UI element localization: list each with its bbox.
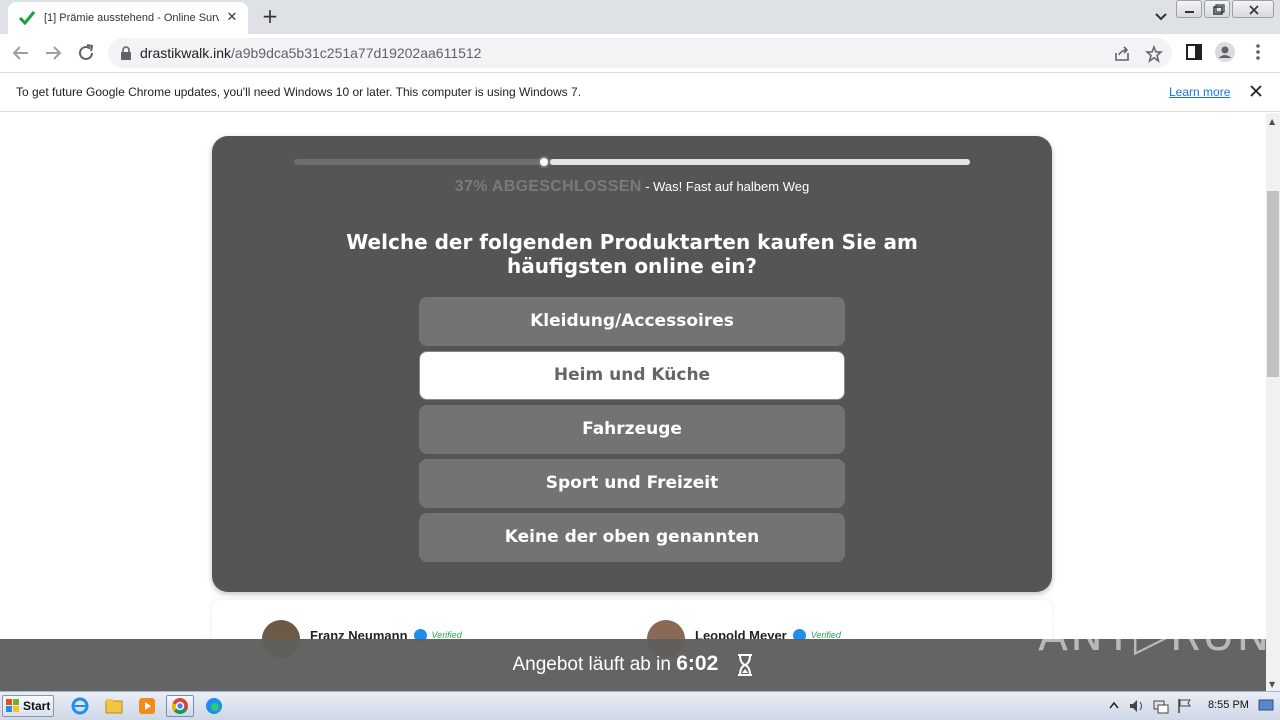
tab-search-icon[interactable] [1152,9,1170,25]
survey-card: 37% ABGESCHLOSSEN - Was! Fast auf halbem… [212,136,1052,592]
restore-button[interactable] [1204,0,1230,18]
update-infobar: To get future Google Chrome updates, you… [0,72,1280,112]
learn-more-link[interactable]: Learn more [1169,85,1230,99]
network-icon[interactable] [1152,696,1170,716]
answer-option[interactable]: Keine der oben genannten [419,513,845,562]
url-domain: drastikwalk.ink [140,45,232,61]
profile-icon[interactable] [1215,42,1235,62]
progress-bar [294,156,970,168]
windows-logo-icon [6,699,19,712]
anyrun-watermark: ANY▷RUN [1038,610,1272,661]
window-controls [1174,0,1274,18]
side-panel-icon[interactable] [1184,42,1204,62]
check-icon [18,11,36,26]
bookmark-star-icon[interactable] [1145,45,1163,63]
action-center-flag-icon[interactable] [1176,696,1194,716]
offer-label: Angebot läuft ab in [512,654,677,675]
taskbar-chrome-icon[interactable] [166,695,194,717]
answer-option[interactable]: Kleidung/Accessoires [419,297,845,346]
progress-remaining [550,159,970,165]
progress-percent: 37% ABGESCHLOSSEN [454,178,642,195]
survey-question: Welche der folgenden Produktarten kaufen… [346,230,918,278]
close-infobar-icon[interactable] [1248,83,1264,99]
browser-toolbar: drastikwalk.ink/a9b9dca5b31c251a77d19202… [0,34,1280,72]
lock-icon[interactable] [120,46,132,60]
browser-tab[interactable]: [1] Prämie ausstehend - Online Survey ✕ [8,2,248,34]
tab-strip: [1] Prämie ausstehend - Online Survey ✕ … [0,0,1280,34]
progress-label: 37% ABGESCHLOSSEN - Was! Fast auf halbem… [212,178,1052,196]
start-label: Start [23,699,51,713]
tab-close-icon[interactable]: ✕ [224,10,240,26]
start-button[interactable]: Start [2,695,54,717]
taskbar-explorer-icon[interactable] [100,695,128,717]
minimize-icon [1185,11,1194,13]
scroll-up-icon[interactable]: ▲ [1269,117,1275,126]
close-window-button[interactable] [1232,0,1274,18]
tray-expand-icon[interactable] [1108,696,1120,716]
windows-taskbar: Start 8:55 PM [0,691,1280,720]
address-bar[interactable]: drastikwalk.ink/a9b9dca5b31c251a77d19202… [108,38,1172,68]
progress-subtext: - Was! Fast auf halbem Weg [641,179,810,194]
share-icon[interactable] [1113,45,1131,63]
show-desktop-icon[interactable] [1258,696,1274,716]
taskbar-edge-icon[interactable] [200,695,228,717]
url-path: /a9b9dca5b31c251a77d19202aa611512 [231,45,482,61]
countdown-time: 6:02 [676,652,719,675]
menu-dots-icon[interactable] [1248,42,1268,62]
scroll-down-icon[interactable]: ▼ [1269,680,1275,689]
page-content: 37% ABGESCHLOSSEN - Was! Fast auf halbem… [0,113,1266,691]
scrollbar-thumb[interactable] [1267,191,1279,377]
back-icon[interactable] [10,42,32,64]
answer-option[interactable]: Sport und Freizeit [419,459,845,508]
taskbar-ie-icon[interactable] [66,695,94,717]
answer-option[interactable]: Fahrzeuge [419,405,845,454]
reload-icon[interactable] [75,42,97,64]
forward-icon[interactable] [42,42,64,64]
close-icon [1249,5,1259,15]
page-scrollbar[interactable]: ▲ ▼ [1266,113,1280,691]
url-text[interactable]: drastikwalk.ink/a9b9dca5b31c251a77d19202… [140,45,481,61]
volume-icon[interactable] [1128,696,1146,716]
hourglass-icon [737,653,752,676]
tab-title: [1] Prämie ausstehend - Online Survey [44,12,219,24]
answer-option-selected[interactable]: Heim und Küche [419,351,845,400]
new-tab-button[interactable]: + [258,6,282,28]
minimize-button[interactable] [1176,0,1202,18]
infobar-message: To get future Google Chrome updates, you… [16,85,582,99]
restore-icon [1213,4,1225,15]
taskbar-clock: 8:55 PM [1208,699,1249,711]
progress-knob [538,156,550,168]
taskbar-media-player-icon[interactable] [133,695,161,717]
